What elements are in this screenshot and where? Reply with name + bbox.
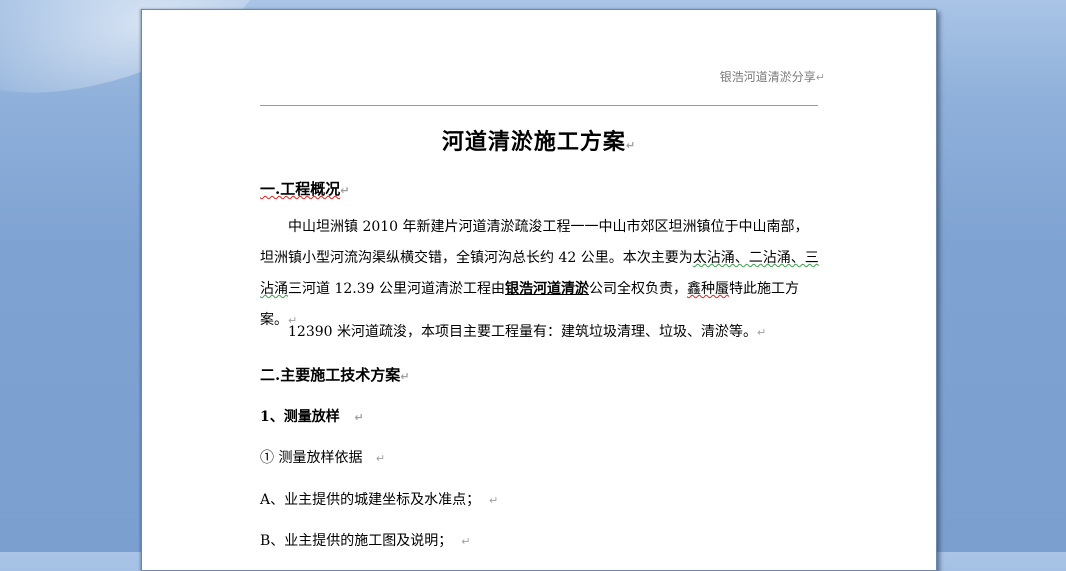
list-item-a: A、业主提供的城建坐标及水准点； ↵ bbox=[260, 492, 499, 508]
document-title: 河道清淤施工方案↵ bbox=[441, 129, 637, 155]
document-page[interactable]: 银浩河道清淤分享↵ 河道清淤施工方案↵ 一.工程概况↵ 中山坦洲镇 2010 年… bbox=[141, 9, 937, 571]
section-heading-2: 二.主要施工技术方案↵ bbox=[260, 366, 410, 384]
section-heading-1: 一.工程概况↵ bbox=[260, 180, 350, 198]
list-item-survey-basis: ① 测量放样依据 ↵ bbox=[260, 450, 386, 466]
paragraph-quantities: 12390 米河道疏浚，本项目主要工程量有：建筑垃圾清理、垃圾、清淤等。↵ bbox=[288, 324, 767, 340]
list-item-b: B、业主提供的施工图及说明； ↵ bbox=[260, 533, 471, 549]
sub-heading-survey: 1、测量放样 ↵ bbox=[260, 409, 364, 425]
header-rule bbox=[260, 105, 818, 106]
page-header: 银浩河道清淤分享↵ bbox=[719, 70, 825, 84]
